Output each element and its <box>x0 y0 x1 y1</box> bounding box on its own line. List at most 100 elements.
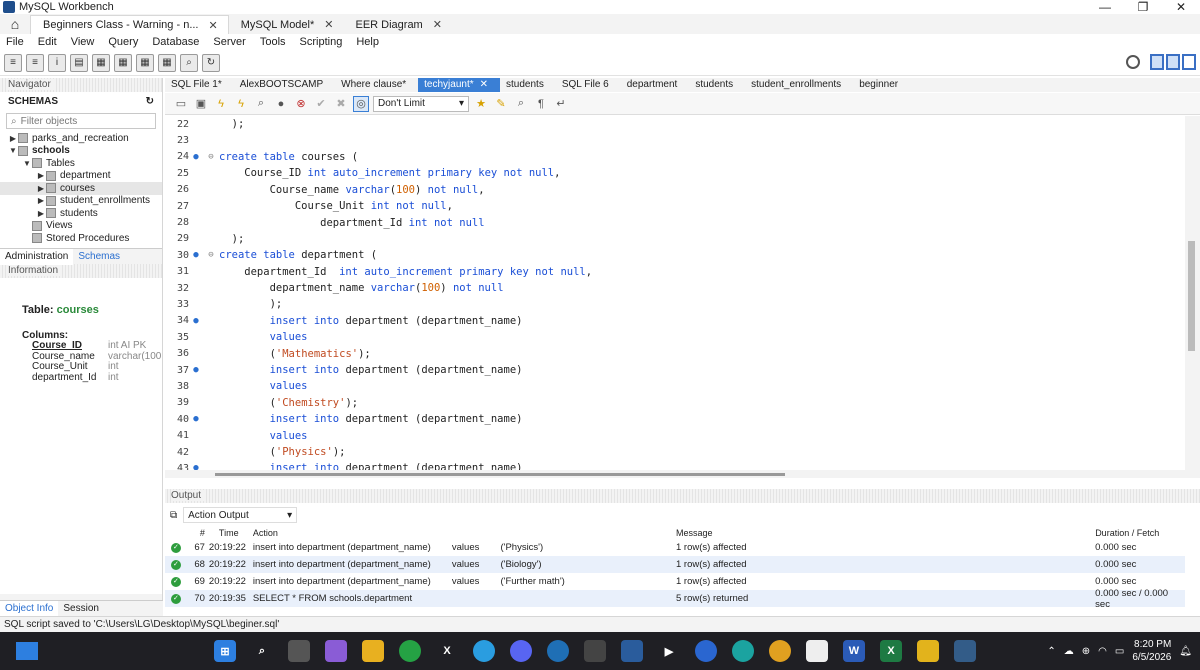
tree-arrow-icon[interactable]: ▶ <box>36 196 46 205</box>
toggle-sidebar-icon[interactable] <box>1150 54 1164 70</box>
create-function-icon[interactable]: ▦ <box>158 53 176 72</box>
output-row[interactable]: ✓ 70 20:19:35 SELECT * FROM schools.departm… <box>165 588 1185 610</box>
tab-object-info[interactable]: Object Info <box>0 601 59 616</box>
toggle-output-icon[interactable] <box>1166 54 1180 70</box>
windows-start-icon[interactable] <box>16 642 38 660</box>
capcut-icon[interactable]: ▶ <box>658 640 680 662</box>
wrap-lines-icon[interactable]: ↵ <box>553 96 569 112</box>
close-tab-icon[interactable]: ✕ <box>208 19 217 32</box>
sql-tab-students[interactable]: students <box>689 78 745 92</box>
sql-tab-beginner[interactable]: beginner <box>853 78 910 92</box>
tree-arrow-icon[interactable]: ▶ <box>36 209 46 218</box>
excel-icon[interactable]: X <box>880 640 902 662</box>
task-view-icon[interactable] <box>288 640 310 662</box>
minimize-button[interactable]: — <box>1086 0 1124 14</box>
wifi-icon[interactable]: ◠ <box>1098 646 1107 657</box>
mysql-workbench-taskbar-icon[interactable] <box>954 640 976 662</box>
sql-tab-students[interactable]: students <box>500 78 556 92</box>
sql-tab-where-clause-[interactable]: Where clause* <box>335 78 418 92</box>
sql-code-editor[interactable]: 22 ); 23 24 ● ⊖ create table courses (25 Cour… <box>165 116 1185 470</box>
chrome-alt-icon[interactable] <box>695 640 717 662</box>
editor-horizontal-scrollbar[interactable] <box>165 470 1200 478</box>
commit-icon[interactable]: ✔ <box>313 96 329 112</box>
refresh-icon[interactable]: ↻ <box>146 96 154 107</box>
create-view-icon[interactable]: ▦ <box>114 53 132 72</box>
reconnect-icon[interactable]: ↻ <box>202 53 220 72</box>
close-button[interactable]: ✕ <box>1162 0 1200 14</box>
sql-tab-sql-file-6[interactable]: SQL File 6 <box>556 78 621 92</box>
doc-tab-eer-diagram[interactable]: EER Diagram ✕ <box>343 15 451 34</box>
menu-file[interactable]: File <box>6 36 24 48</box>
menu-tools[interactable]: Tools <box>260 36 286 48</box>
stop-icon[interactable]: ● <box>273 96 289 112</box>
sql-tab-department[interactable]: department <box>621 78 690 92</box>
menu-database[interactable]: Database <box>152 36 199 48</box>
menu-query[interactable]: Query <box>108 36 138 48</box>
execute-icon[interactable]: ϟ <box>213 96 229 112</box>
add-snippet-icon[interactable]: ★ <box>473 96 489 112</box>
create-table-icon[interactable]: ▦ <box>92 53 110 72</box>
chevron-up-icon[interactable]: ⌃ <box>1047 646 1055 657</box>
inspector-icon[interactable]: i <box>48 53 66 72</box>
close-tab-icon[interactable]: ✕ <box>324 18 333 31</box>
tree-item-views[interactable]: Views <box>0 220 162 233</box>
filter-objects-input[interactable]: ⌕ Filter objects <box>6 113 156 129</box>
fold-toggle-icon[interactable]: ⊖ <box>203 152 219 162</box>
output-type-select[interactable]: Action Output ▾ <box>183 507 298 523</box>
edge-icon[interactable] <box>732 640 754 662</box>
menu-view[interactable]: View <box>71 36 95 48</box>
sql-tab-student-enrollments[interactable]: student_enrollments <box>745 78 853 92</box>
cloud-icon[interactable]: ☁ <box>1064 646 1074 657</box>
create-schema-icon[interactable]: ▤ <box>70 53 88 72</box>
scroll-thumb[interactable] <box>215 473 785 476</box>
chrome-icon[interactable] <box>769 640 791 662</box>
tree-item-student-enrollments[interactable]: ▶ student_enrollments <box>0 195 162 208</box>
notepad-icon[interactable] <box>806 640 828 662</box>
rollback-icon[interactable]: ✖ <box>333 96 349 112</box>
doc-tab-mysql-model[interactable]: MySQL Model* ✕ <box>229 15 344 34</box>
menu-server[interactable]: Server <box>213 36 245 48</box>
tab-administration[interactable]: Administration <box>0 248 74 265</box>
tree-arrow-icon[interactable]: ▶ <box>36 184 46 193</box>
tab-schemas[interactable]: Schemas <box>73 249 125 265</box>
word-icon[interactable]: W <box>843 640 865 662</box>
file-explorer-icon[interactable] <box>362 640 384 662</box>
editor-vertical-scrollbar[interactable] <box>1185 116 1200 470</box>
output-row[interactable]: ✓ 69 20:19:22 insert into department (depar… <box>165 573 1185 590</box>
open-sql-script-icon[interactable]: ≡ <box>26 53 44 72</box>
search-icon[interactable]: ⌕ <box>251 640 273 662</box>
scroll-thumb[interactable] <box>1188 241 1195 351</box>
tree-item-parks-and-recreation[interactable]: ▶ parks_and_recreation <box>0 132 162 145</box>
tab-session[interactable]: Session <box>58 601 104 616</box>
tree-item-department[interactable]: ▶ department <box>0 170 162 183</box>
copy-icon[interactable]: ⧉ <box>170 510 177 521</box>
output-row[interactable]: ✓ 68 20:19:22 insert into department (depar… <box>165 556 1185 573</box>
sql-tab-techyjaunt-[interactable]: techyjaunt* ✕ <box>418 78 501 92</box>
tree-item-stored-procedures[interactable]: Stored Procedures <box>0 232 162 245</box>
notification-bell-icon[interactable]: 🔔︎ <box>1179 646 1192 657</box>
battery-icon[interactable]: ▭ <box>1115 646 1124 657</box>
close-tab-icon[interactable]: ✕ <box>433 18 442 31</box>
execute-statement-icon[interactable]: ϟ <box>233 96 249 112</box>
search-table-data-icon[interactable]: ⌕ <box>180 53 198 72</box>
settings-gear-icon[interactable] <box>1126 55 1140 69</box>
menu-help[interactable]: Help <box>356 36 379 48</box>
x-icon[interactable]: X <box>436 640 458 662</box>
beautify-icon[interactable]: ✎ <box>493 96 509 112</box>
open-file-icon[interactable]: ▭ <box>173 96 189 112</box>
explain-icon[interactable]: ⌕ <box>253 96 269 112</box>
output-row[interactable]: ✓ 67 20:19:22 insert into department (depar… <box>165 539 1185 556</box>
close-tab-icon[interactable]: ✕ <box>480 78 488 92</box>
tree-arrow-icon[interactable]: ▶ <box>36 171 46 180</box>
tree-item-courses[interactable]: ▶ courses <box>0 182 162 195</box>
whatsapp-icon[interactable] <box>399 640 421 662</box>
mysql-icon[interactable] <box>547 640 569 662</box>
limit-rows-select[interactable]: Don't Limit ▾ <box>373 95 469 112</box>
fold-toggle-icon[interactable]: ⊖ <box>203 250 219 260</box>
telegram-icon[interactable] <box>473 640 495 662</box>
tree-arrow-icon[interactable]: ▼ <box>8 146 18 155</box>
menu-edit[interactable]: Edit <box>38 36 57 48</box>
start-menu-icon[interactable]: ⊞ <box>214 640 236 662</box>
widgets-icon[interactable] <box>325 640 347 662</box>
sql-tab-alexbootscamp[interactable]: AlexBOOTSCAMP <box>234 78 335 92</box>
